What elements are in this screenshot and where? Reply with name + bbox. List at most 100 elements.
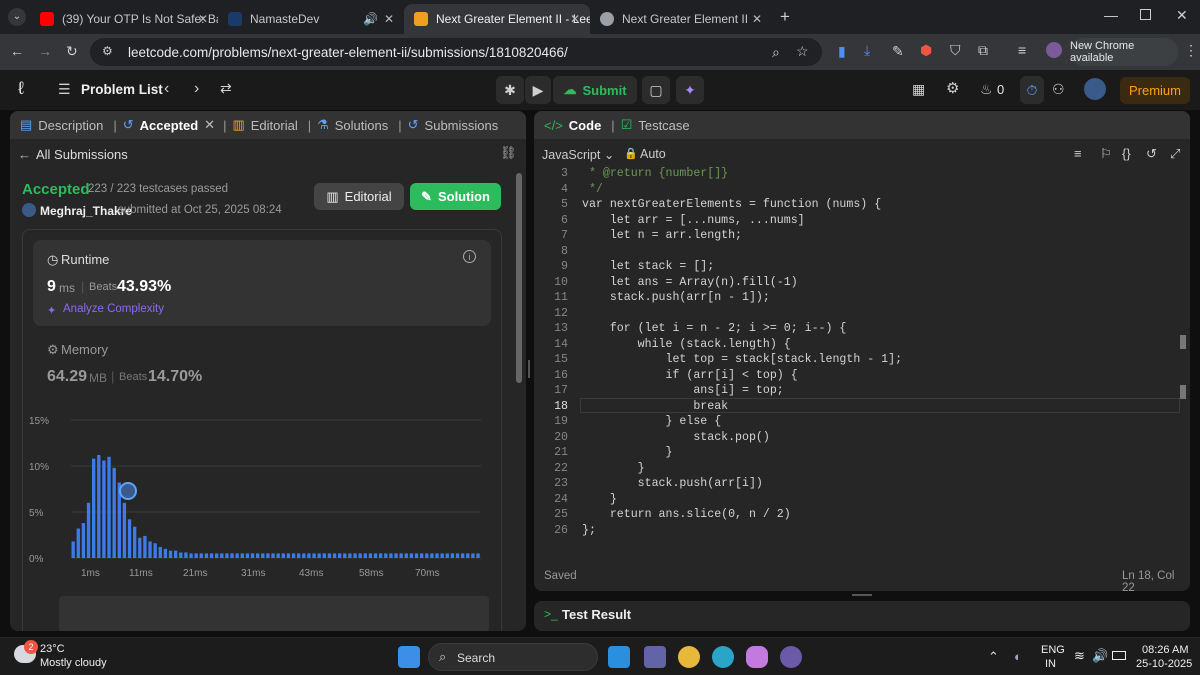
histogram-bar[interactable] [230, 553, 234, 558]
tab-submissions[interactable]: Submissions [425, 118, 499, 133]
vertical-resize-handle[interactable] [528, 360, 530, 378]
editorial-button[interactable]: ▥ Editorial [314, 183, 404, 210]
restore-icon[interactable] [1140, 9, 1151, 20]
reset-icon[interactable]: ↺ [1146, 146, 1157, 162]
download-icon[interactable]: ⤓ [864, 43, 870, 57]
browser-tab-leetcode[interactable]: Next Greater Element II - LeetC ✕ [404, 4, 590, 34]
histogram-bar[interactable] [435, 553, 439, 558]
volume-icon[interactable]: 🔊 [1092, 648, 1108, 664]
reading-list-icon[interactable]: ≡ [1018, 43, 1026, 57]
tray-app-icon[interactable]: ◐ [1014, 649, 1022, 664]
code-line[interactable]: while (stack.length) { [582, 338, 791, 351]
code-line[interactable]: stack.push(arr[i]) [582, 477, 763, 490]
tab-accepted[interactable]: Accepted [140, 118, 199, 133]
histogram-bar[interactable] [179, 552, 183, 558]
clock-date[interactable]: 25-10-2025 [1136, 658, 1192, 670]
ai-assist-button[interactable]: ✦ [676, 76, 704, 104]
close-icon[interactable]: ✕ [752, 12, 762, 26]
info-icon[interactable]: i [463, 250, 476, 263]
code-line[interactable]: } [582, 446, 672, 459]
histogram-bar[interactable] [97, 454, 101, 558]
histogram-bar[interactable] [107, 456, 111, 558]
code-line[interactable]: * @return {number[]} [582, 167, 728, 180]
histogram-bar[interactable] [368, 553, 373, 558]
histogram-bar[interactable] [353, 553, 357, 558]
shuffle-icon[interactable]: ⇄ [220, 81, 232, 95]
test-result-panel[interactable]: >_ Test Result [534, 601, 1190, 631]
minimize-icon[interactable]: — [1104, 8, 1118, 22]
histogram-bar[interactable] [384, 553, 388, 558]
histogram-bar[interactable] [92, 458, 96, 558]
histogram-bar[interactable] [286, 553, 291, 558]
link-icon[interactable]: ⛓ [500, 145, 517, 161]
back-arrow-icon[interactable]: ← [18, 147, 31, 162]
kebab-menu-icon[interactable]: ⋮ [1184, 43, 1198, 57]
user-avatar[interactable] [1084, 78, 1106, 100]
code-line[interactable]: ans[i] = top; [582, 384, 783, 397]
editor-scroll-marker[interactable] [1180, 385, 1186, 399]
close-icon[interactable]: ✕ [204, 117, 215, 133]
histogram-bar[interactable] [394, 553, 398, 558]
battery-icon[interactable] [1112, 651, 1126, 660]
bookmark-star-icon[interactable]: ☆ [796, 44, 809, 58]
histogram-bar[interactable] [420, 553, 424, 558]
histogram-bar[interactable] [343, 553, 347, 558]
histogram-bar[interactable] [168, 550, 173, 558]
histogram-bar[interactable] [461, 553, 465, 558]
histogram-bar[interactable] [358, 553, 362, 558]
histogram-bar[interactable] [338, 553, 342, 558]
histogram-bar[interactable] [143, 535, 147, 558]
histogram-bar[interactable] [445, 553, 449, 558]
histogram-bar[interactable] [409, 553, 414, 558]
solution-button[interactable]: ✎ Solution [410, 183, 501, 210]
histogram-bar[interactable] [148, 541, 152, 558]
url-field[interactable]: ⚙ leetcode.com/problems/next-greater-ele… [90, 38, 822, 66]
histogram-bar[interactable] [153, 543, 157, 558]
histogram-bar[interactable] [322, 553, 326, 558]
histogram-bar[interactable] [250, 553, 255, 558]
histogram-bar[interactable] [404, 553, 408, 558]
tray-chevron-icon[interactable]: ⌃ [988, 649, 999, 665]
histogram-bar[interactable] [199, 553, 203, 558]
code-line[interactable]: return ans.slice(0, n / 2) [582, 508, 791, 521]
premium-button[interactable]: Premium [1120, 77, 1190, 104]
chart-minimap[interactable] [59, 596, 489, 631]
histogram-bar[interactable] [174, 550, 178, 558]
reload-icon[interactable]: ↻ [66, 44, 78, 58]
close-icon[interactable]: ✕ [198, 12, 208, 26]
histogram-bar[interactable] [291, 553, 296, 558]
histogram-bar[interactable] [414, 553, 419, 558]
code-line[interactable]: var nextGreaterElements = function (nums… [582, 198, 881, 211]
editor-scroll-marker[interactable] [1180, 335, 1186, 349]
histogram-bar[interactable] [240, 553, 244, 558]
debug-button[interactable]: ✱ [496, 76, 524, 104]
histogram-bar[interactable] [317, 553, 321, 558]
histogram-bar[interactable] [112, 467, 116, 558]
code-line[interactable]: if (arr[i] < top) { [582, 369, 797, 382]
close-icon[interactable]: ✕ [570, 12, 580, 26]
settings-gear-icon[interactable]: ⚙ [946, 81, 959, 96]
windows-start-icon[interactable] [398, 646, 420, 668]
memory-section[interactable]: ⚙ Memory 64.29 MB | Beats 14.70% [33, 336, 491, 396]
problem-list-icon[interactable]: ☰ [58, 82, 71, 96]
left-scrollbar[interactable] [516, 173, 522, 383]
code-line[interactable]: stack.pop() [582, 431, 770, 444]
language-select[interactable]: JavaScript ⌄ [542, 147, 614, 162]
copilot-icon[interactable] [746, 646, 768, 668]
histogram-bar[interactable] [209, 553, 214, 558]
adblock-icon[interactable]: ⬢ [920, 43, 932, 57]
histogram-bar[interactable] [302, 553, 306, 558]
close-icon[interactable]: ✕ [384, 12, 394, 26]
braces-icon[interactable]: {} [1122, 146, 1131, 161]
histogram-bar[interactable] [455, 553, 460, 558]
vscode-icon[interactable] [608, 646, 630, 668]
histogram-bar[interactable] [389, 553, 393, 558]
histogram-bar[interactable] [235, 553, 239, 558]
code-line[interactable]: let arr = [...nums, ...nums] [582, 214, 805, 227]
code-line[interactable]: } [582, 462, 645, 475]
histogram-bar[interactable] [163, 548, 168, 558]
histogram-bar[interactable] [256, 553, 260, 558]
profile-avatar[interactable] [1046, 42, 1062, 58]
lang-in[interactable]: IN [1045, 658, 1056, 670]
speaker-icon[interactable]: 🔊 [363, 12, 378, 26]
